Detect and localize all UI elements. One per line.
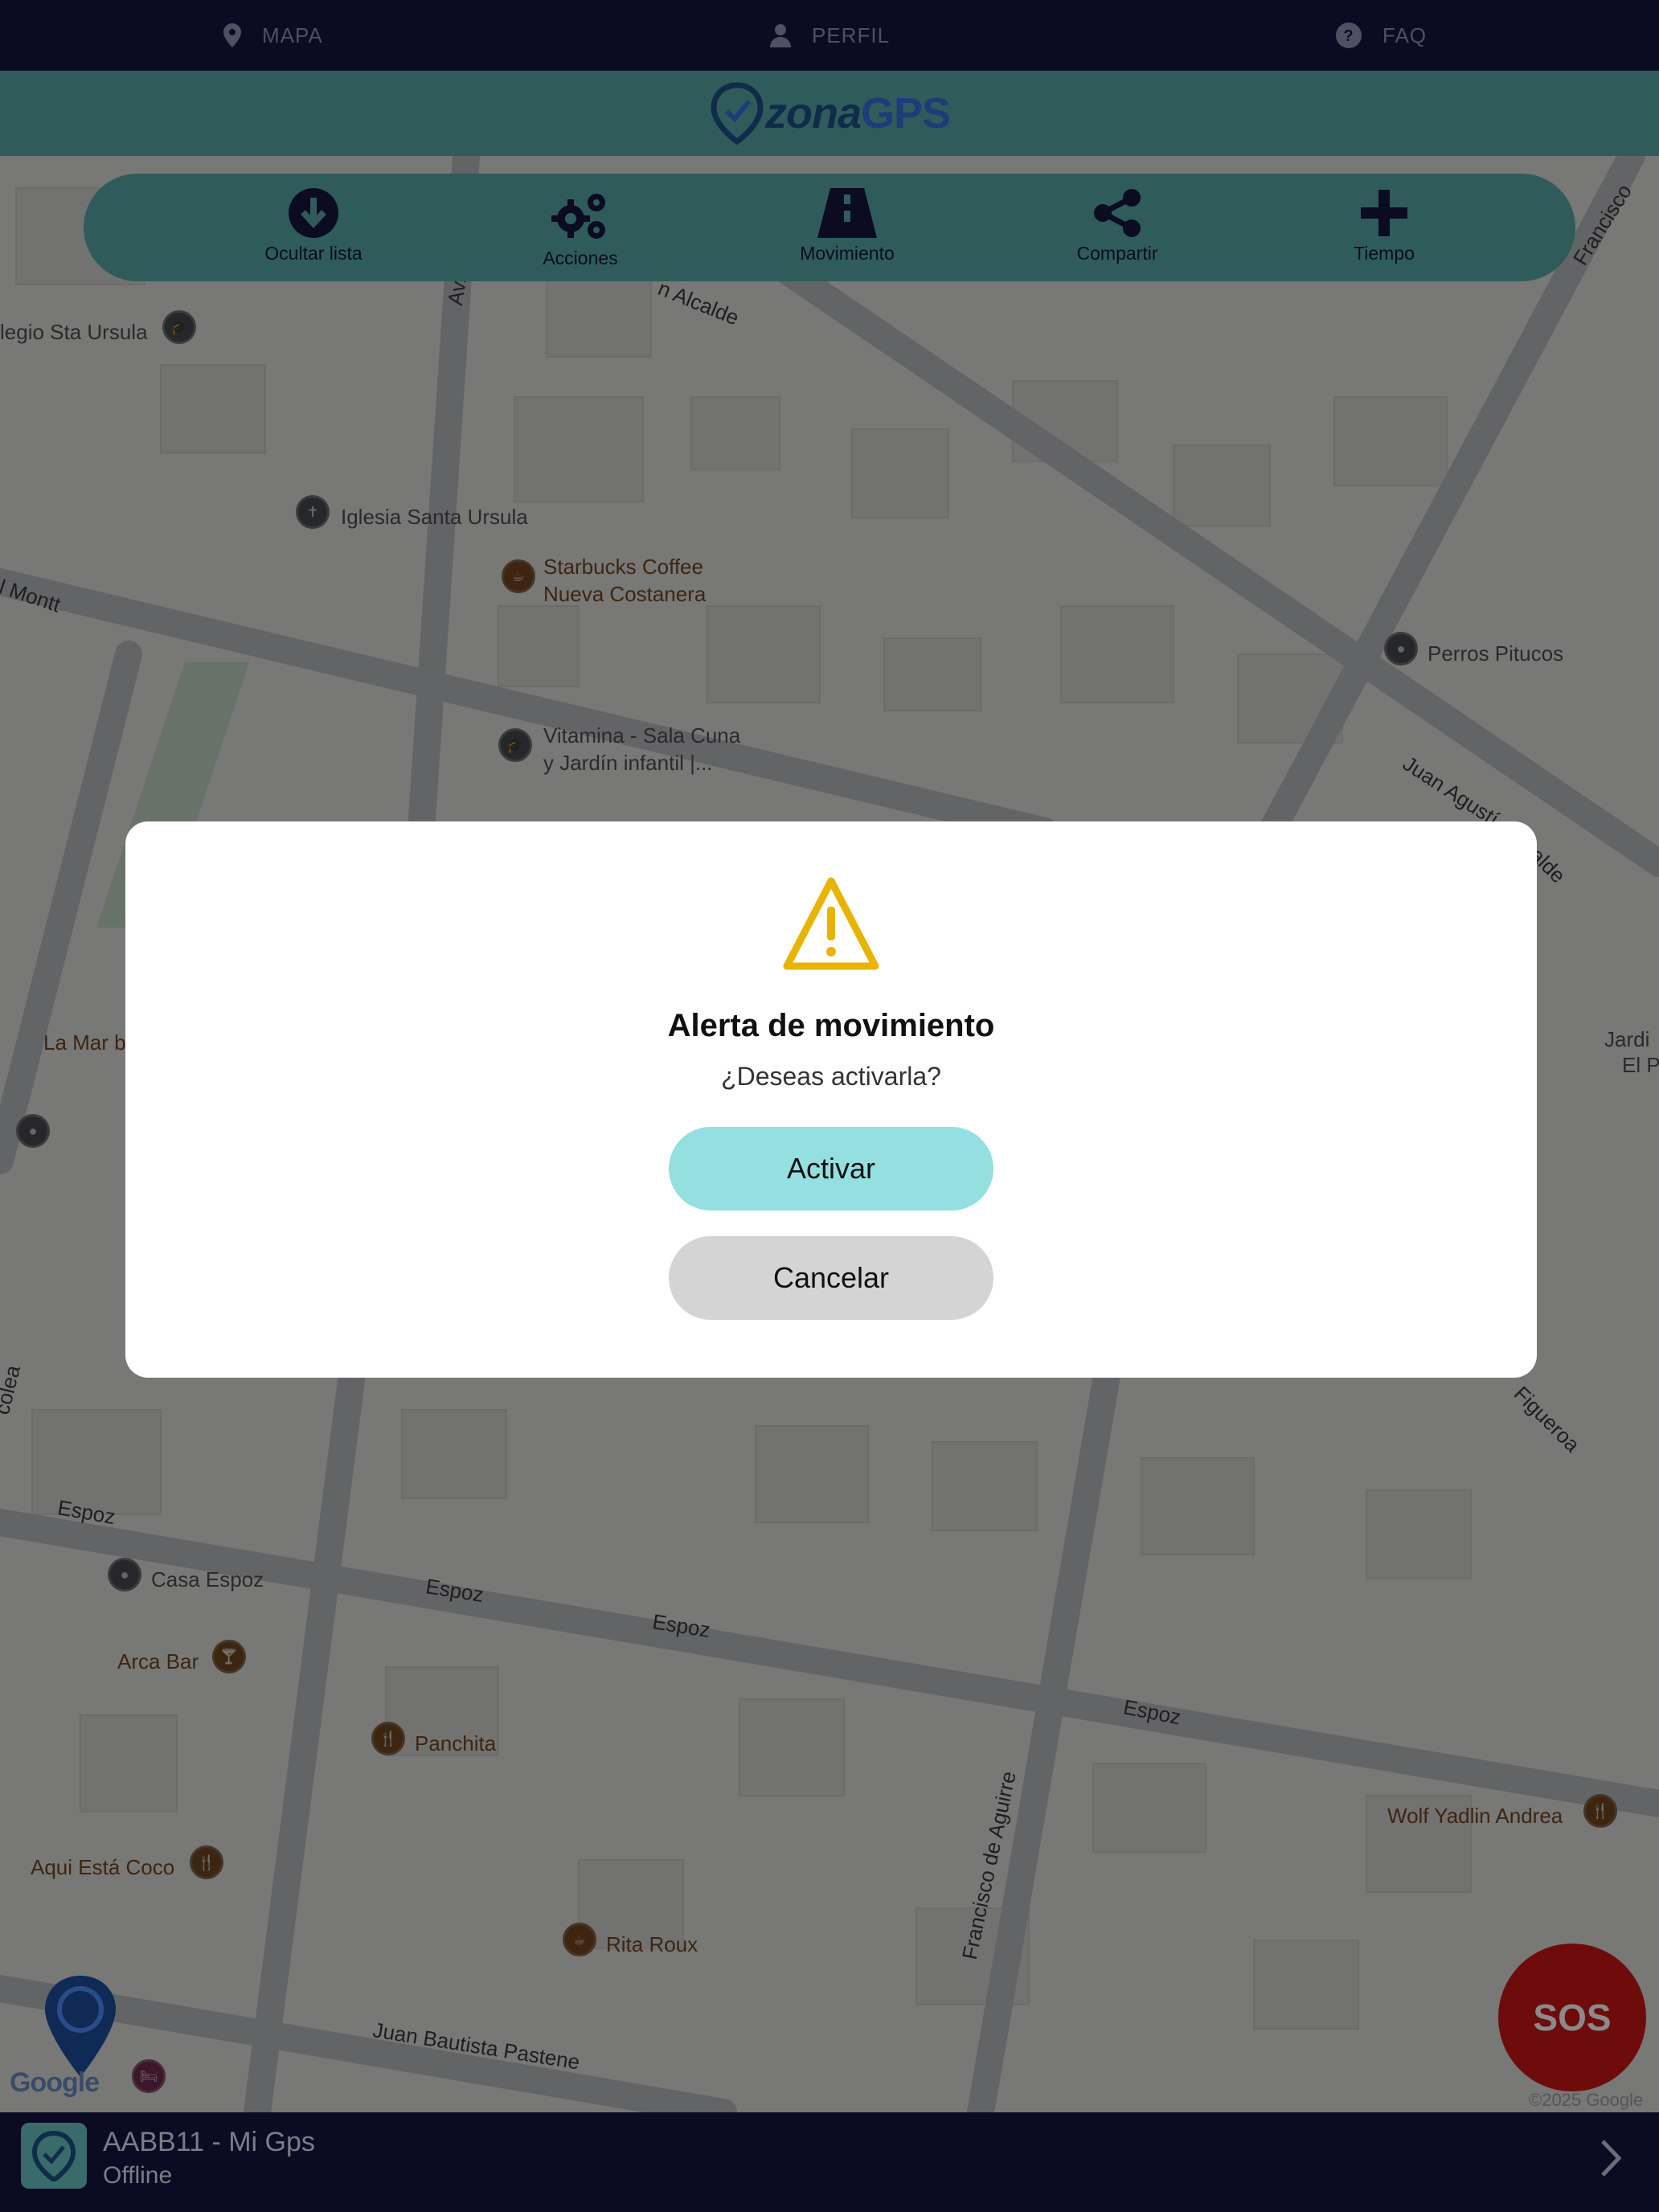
nav-item-profile[interactable]: PERFIL <box>770 0 890 71</box>
nav-item-map[interactable]: MAPA <box>223 0 323 71</box>
movement-alert-dialog: Alerta de movimiento ¿Deseas activarla? … <box>125 821 1537 1378</box>
dialog-subtitle: ¿Deseas activarla? <box>721 1062 941 1091</box>
sos-button[interactable]: SOS <box>1498 1944 1646 2091</box>
svg-text:?: ? <box>1343 27 1354 45</box>
top-navigation: MAPA PERFIL ? FAQ <box>0 0 1659 71</box>
warning-icon <box>783 877 879 970</box>
share-icon <box>1094 189 1141 237</box>
nav-label: FAQ <box>1382 23 1428 47</box>
device-avatar <box>21 2123 87 2189</box>
dialog-title: Alerta de movimiento <box>667 1008 995 1043</box>
tool-label: Tiempo <box>1354 243 1415 264</box>
tool-label: Compartir <box>1076 243 1158 264</box>
location-pin-icon[interactable] <box>42 1974 119 2083</box>
question-icon: ? <box>1336 23 1362 48</box>
gears-icon <box>551 194 605 239</box>
device-name: AABB11 - Mi Gps <box>103 2127 315 2157</box>
chevron-right-icon[interactable] <box>1600 2138 1624 2178</box>
map-pin-icon <box>223 23 241 47</box>
share-button[interactable]: Compartir <box>1029 188 1206 264</box>
map-toolbar: Ocultar lista Acciones Movimiento Compar… <box>84 174 1575 281</box>
tool-label: Acciones <box>543 248 618 268</box>
actions-button[interactable]: Acciones <box>492 188 669 269</box>
nav-item-faq[interactable]: ? FAQ <box>1336 0 1427 71</box>
hide-list-button[interactable]: Ocultar lista <box>225 188 402 264</box>
device-logo-icon <box>31 2130 76 2181</box>
app-logo: zonaGPS <box>709 82 951 145</box>
plus-icon <box>1361 190 1407 236</box>
google-logo: Google <box>10 2067 100 2098</box>
arrow-down-circle-icon <box>289 188 338 238</box>
activate-button[interactable]: Activar <box>669 1127 993 1210</box>
road-icon <box>817 188 877 238</box>
tool-label: Ocultar lista <box>264 243 363 264</box>
brand-bar: zonaGPS <box>0 71 1659 156</box>
nav-label: PERFIL <box>812 23 891 47</box>
tool-label: Movimiento <box>800 243 895 264</box>
movement-button[interactable]: Movimiento <box>759 188 936 264</box>
map-copyright: ©2025 Google <box>1529 2090 1644 2110</box>
nav-label: MAPA <box>262 23 323 47</box>
user-icon <box>770 24 791 47</box>
time-button[interactable]: Tiempo <box>1296 188 1473 264</box>
cancel-button[interactable]: Cancelar <box>669 1236 993 1320</box>
logo-pin-icon <box>711 82 764 145</box>
brand-name: zonaGPS <box>764 89 951 137</box>
device-status: Offline <box>103 2162 173 2189</box>
